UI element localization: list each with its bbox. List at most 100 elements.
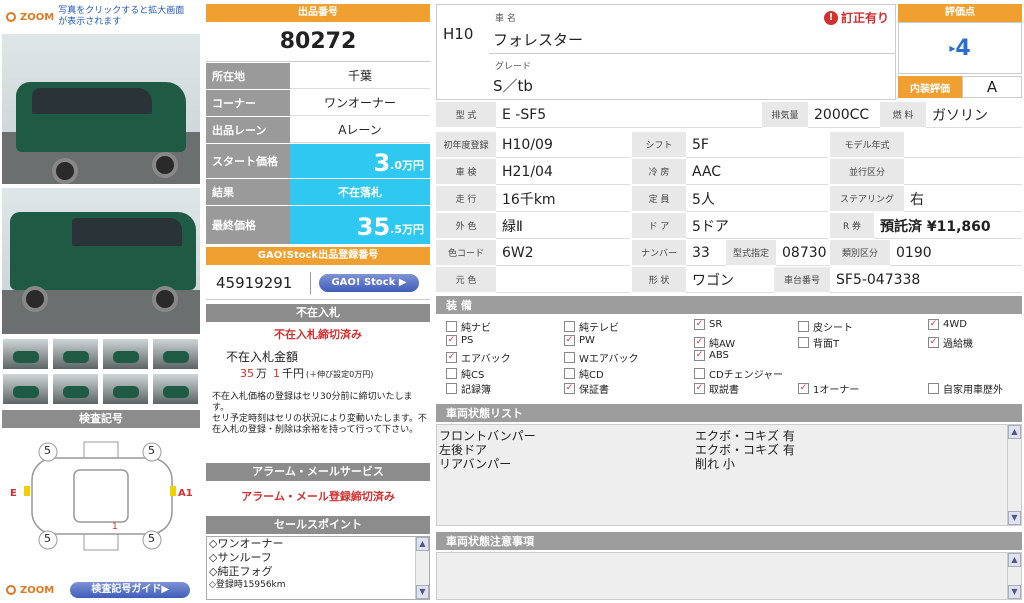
checked-checkbox-icon: ✓ — [694, 383, 705, 394]
inspection-guide-button[interactable]: 検査記号ガイド▶ — [70, 582, 191, 598]
grade-value: S／tb — [493, 77, 533, 95]
car-outline-diagram — [24, 441, 176, 551]
sales-points-header: セールスポイント — [206, 516, 430, 534]
thumbnail-4[interactable] — [152, 338, 199, 370]
checked-checkbox-icon: ✓ — [928, 319, 939, 330]
absent-amount-sen: 1 — [273, 367, 280, 380]
absent-notes: 不在入札価格の登録はセリ30分前に締切いたします。 セリ予定時刻はセリの状況によ… — [212, 392, 428, 436]
equipment-label: CDチェンジャー — [709, 369, 784, 381]
empty-checkbox-icon — [446, 321, 457, 332]
mileage-label: 走 行 — [436, 186, 496, 212]
zoom-label-bottom[interactable]: ZOOM — [20, 585, 54, 596]
condition-desc: エクボ・コキズ 有 — [695, 443, 795, 457]
checked-checkbox-icon: ✓ — [928, 336, 939, 348]
equipment-item: 純CS — [446, 366, 484, 381]
equipment-label: 1オーナー — [813, 385, 860, 396]
stock-divider — [310, 271, 311, 294]
equipment-label: SR — [709, 319, 723, 330]
body-shape-label: 形 状 — [632, 267, 686, 293]
capacity-label: 定 員 — [632, 186, 686, 212]
thumbnail-5[interactable] — [2, 373, 49, 405]
checked-checkbox-icon: ✓ — [694, 350, 705, 361]
absent-amount-man: 35 — [240, 367, 254, 380]
sales-point-item: ◇純正フォグ — [209, 565, 273, 578]
alert-icon: ! — [823, 10, 838, 25]
equipment-item: 背面T — [798, 335, 839, 350]
empty-checkbox-icon — [564, 367, 575, 379]
equipment-item: ✓ エアバック — [446, 350, 511, 365]
scroll-down-icon[interactable]: ▼ — [1008, 511, 1021, 525]
mileage-value: 16千km — [496, 186, 630, 212]
stock-row: 45919291 GAO! Stock ▶ — [206, 266, 430, 300]
equipment-item: ✓ 取説書 — [694, 381, 739, 396]
empty-checkbox-icon — [694, 367, 705, 379]
scroll-up-icon[interactable]: ▲ — [1008, 425, 1021, 439]
equipment-grid: 純ナビ 純テレビ ✓ SR 皮シート ✓ 4WD ✓ PS ✓ PW ✓ 純AW 背面T ✓ 過給機 ✓ エアバッ… — [436, 316, 1022, 396]
gao-stock-button[interactable]: GAO! Stock ▶ — [319, 273, 419, 292]
equipment-label: 背面T — [813, 338, 840, 350]
thumbnail-7[interactable] — [102, 373, 149, 405]
color-code-value: 6W2 — [496, 240, 630, 266]
sales-points-scrollbar[interactable]: ▲ ▼ — [415, 537, 429, 599]
corner-value: ワンオーナー — [290, 90, 430, 116]
equipment-label: Wエアバック — [579, 354, 639, 365]
absent-bid-status: 不在入札締切済み — [274, 328, 362, 341]
car-title-box: H10 車 名 フォレスター ! 訂正有り グレード S／tb — [436, 4, 896, 100]
equipment-label: ABS — [709, 350, 729, 361]
thumbnail-6[interactable] — [52, 373, 99, 405]
inspection-expiry-label: 車 検 — [436, 159, 496, 185]
diagram-mark-right: A1 — [178, 488, 193, 499]
equipment-label: 純ナビ — [461, 323, 491, 334]
capacity-value: 5人 — [686, 186, 828, 212]
notes-scrollbar[interactable]: ▲ ▼ — [1007, 553, 1021, 599]
corrected-badge: ! 訂正有り — [823, 9, 889, 26]
shift-label: シフト — [632, 132, 686, 158]
equipment-label: 純AW — [709, 338, 736, 350]
main-photo-front[interactable] — [2, 34, 200, 184]
condition-desc: エクボ・コキズ 有 — [695, 429, 795, 443]
equipment-item: 皮シート — [798, 319, 853, 334]
absent-amount-unit-man: 万 — [256, 367, 267, 380]
diagram-mark-center: 1 — [112, 522, 118, 532]
absent-amount-unit-sen: 千円 — [282, 367, 304, 380]
shift-value: 5F — [686, 132, 828, 158]
exterior-color-label: 外 色 — [436, 213, 496, 239]
scroll-up-icon[interactable]: ▲ — [416, 537, 429, 551]
empty-checkbox-icon — [928, 383, 939, 394]
equipment-label: 保証書 — [579, 385, 609, 396]
zoom-hint-bar: ZOOM 写真をクリックすると拡大画面が表示されます — [2, 4, 200, 30]
stock-number: 45919291 — [216, 273, 293, 292]
equipment-header: 装 備 — [436, 296, 1022, 314]
thumbnail-2[interactable] — [52, 338, 99, 370]
empty-checkbox-icon — [564, 321, 575, 332]
thumbnail-3[interactable] — [102, 338, 149, 370]
thumbnail-1[interactable] — [2, 338, 49, 370]
doors-value: 5ドア — [686, 213, 828, 239]
main-photo-rear[interactable] — [2, 188, 200, 334]
location-value: 千葉 — [290, 63, 430, 89]
aircon-value: AAC — [686, 159, 828, 185]
car-window — [32, 88, 152, 114]
final-price: 35 .5万円 — [290, 206, 430, 244]
location-label: 所在地 — [206, 63, 290, 89]
condition-desc: 削れ 小 — [695, 457, 735, 471]
type-designation-label: 型式指定 — [726, 240, 776, 266]
equipment-label: 取説書 — [709, 385, 739, 396]
scroll-up-icon[interactable]: ▲ — [1008, 553, 1021, 567]
model-label: 型 式 — [436, 102, 496, 128]
equipment-label: 皮シート — [813, 323, 853, 334]
steering-value: 右 — [904, 186, 1022, 212]
equipment-label: 純CS — [461, 369, 485, 381]
equipment-label: 純CD — [579, 369, 604, 381]
car-name: フォレスター — [493, 31, 584, 49]
equipment-item: ✓ 過給機 — [928, 335, 973, 350]
scroll-down-icon[interactable]: ▼ — [416, 585, 429, 599]
condition-scrollbar[interactable]: ▲ ▼ — [1007, 425, 1021, 525]
equipment-item: 純CD — [564, 366, 604, 381]
scroll-down-icon[interactable]: ▼ — [1008, 585, 1021, 599]
checked-checkbox-icon: ✓ — [446, 352, 457, 363]
car-wheel — [152, 286, 178, 312]
equipment-item: ✓ SR — [694, 319, 722, 330]
thumbnail-8[interactable] — [152, 373, 199, 405]
interior-value: A — [962, 76, 1022, 98]
